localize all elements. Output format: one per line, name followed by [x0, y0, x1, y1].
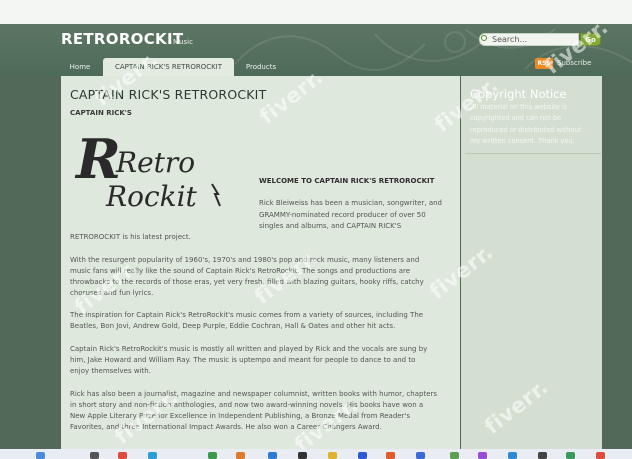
chrome-icon[interactable] [596, 452, 605, 459]
taskbar-app-icon[interactable] [386, 452, 395, 459]
paragraph-4-line-2: in short story and non-fiction anthologi… [70, 401, 424, 409]
taskbar-app-icon[interactable] [508, 452, 517, 459]
taskbar-app-icon[interactable] [358, 452, 367, 459]
taskbar-app-icon[interactable] [416, 452, 425, 459]
copyright-line-4: my written consent. Thank you. [470, 137, 575, 146]
page-subtitle: CAPTAIN RICK'S [70, 109, 132, 117]
paragraph-4-line-1: Rick has also been a journalist, magazin… [70, 390, 438, 398]
logo-word-rockit: Rockit [105, 180, 198, 213]
paragraph-3-line-3: enjoy themselves with. [70, 367, 151, 375]
intro-line-4: RETROROCKIT is his latest project. [70, 233, 191, 241]
copyright-line-2: copyrighted and can not be [470, 114, 562, 123]
intro-line-1: Rick Bleiweiss has been a musician, song… [259, 199, 442, 207]
paragraph-2-line-1: The inspiration for Captain Rick's Retro… [70, 311, 424, 319]
search-icon [481, 35, 487, 41]
taskbar-app-icon[interactable] [478, 452, 487, 459]
taskbar-app-icon[interactable] [328, 452, 337, 459]
welcome-heading: WELCOME TO CAPTAIN RICK'S RETROROCKIT [259, 177, 435, 185]
copyright-notice-text: All material on this website is copyrigh… [470, 102, 596, 148]
site-title[interactable]: RETROROCKIT [61, 30, 183, 48]
taskbar-app-icon[interactable] [90, 452, 99, 459]
taskbar-app-icon[interactable] [236, 452, 245, 459]
taskbar-app-icon[interactable] [208, 452, 217, 459]
paragraph-2-line-2: Beatles, Bon Jovi, Andrew Gold, Deep Pur… [70, 322, 396, 330]
nav-item-products[interactable]: Products [239, 58, 283, 76]
nav-item-home[interactable]: Home [61, 58, 99, 76]
top-strip [0, 0, 632, 24]
intro-line-2: GRAMMY-nominated record producer of over… [259, 211, 426, 219]
paragraph-3-line-1: Captain Rick's RetroRockit's music is mo… [70, 345, 428, 353]
site-tagline: Music [173, 38, 193, 46]
intro-line-3: singles and albums, and CAPTAIN RICK'S [259, 222, 402, 230]
start-icon[interactable] [36, 452, 45, 459]
taskbar-app-icon[interactable] [566, 452, 575, 459]
taskbar-app-icon[interactable] [538, 452, 547, 459]
logo-word-retro: Retro [115, 146, 195, 179]
taskbar-app-icon[interactable] [450, 452, 459, 459]
retrorockit-logo: R Retro Rockit [74, 132, 221, 213]
sidebar-divider [465, 153, 601, 154]
taskbar-app-icon[interactable] [298, 452, 307, 459]
taskbar-app-icon[interactable] [148, 452, 157, 459]
copyright-line-3: reproduced or distributed without [470, 125, 582, 134]
copyright-line-1: All material on this website is [470, 103, 568, 111]
chrome-icon[interactable] [118, 452, 127, 459]
taskbar-app-icon[interactable] [268, 452, 277, 459]
paragraph-3-line-2: him, Jake Howard and William Ray. The mu… [70, 356, 416, 364]
